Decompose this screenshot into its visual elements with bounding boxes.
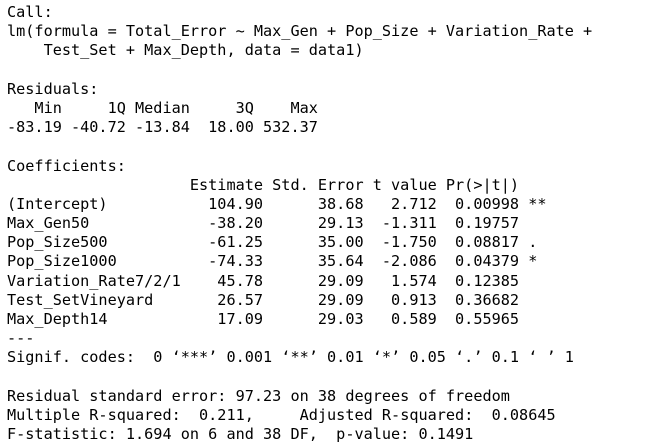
call-formula-line-2: Test_Set + Max_Depth, data = data1) bbox=[7, 41, 364, 60]
residuals-labels: Min 1Q Median 3Q Max bbox=[7, 98, 328, 117]
residual-standard-error: Residual standard error: 97.23 on 38 deg… bbox=[7, 386, 510, 405]
coefficient-row-variation-rate: Variation_Rate7/2/1 45.78 29.09 1.574 0.… bbox=[7, 271, 547, 290]
coefficient-row-max-gen50: Max_Gen50 -38.20 29.13 -1.311 0.19757 bbox=[7, 214, 547, 233]
r-squared-line: Multiple R-squared: 0.211, Adjusted R-sq… bbox=[7, 405, 565, 424]
coefficients-separator: --- bbox=[7, 329, 35, 348]
coefficients-header: Coefficients: bbox=[7, 156, 126, 175]
residuals-header: Residuals: bbox=[7, 79, 99, 98]
signif-codes: Signif. codes: 0 ‘***’ 0.001 ‘**’ 0.01 ‘… bbox=[7, 348, 574, 367]
coefficient-row-intercept: (Intercept) 104.90 38.68 2.712 0.00998 *… bbox=[7, 194, 547, 213]
coefficients-column-header: Estimate Std. Error t value Pr(>|t|) bbox=[7, 175, 547, 194]
coefficient-row-pop-size500: Pop_Size500 -61.25 35.00 -1.750 0.08817 … bbox=[7, 233, 547, 252]
r-console-output: Call: lm(formula = Total_Error ~ Max_Gen… bbox=[0, 0, 659, 445]
residuals-values: -83.19 -40.72 -13.84 18.00 532.37 bbox=[7, 118, 328, 137]
f-statistic-line: F-statistic: 1.694 on 6 and 38 DF, p-val… bbox=[7, 425, 474, 444]
coefficient-row-test-set-vineyard: Test_SetVineyard 26.57 29.09 0.913 0.366… bbox=[7, 290, 547, 309]
call-header: Call: bbox=[7, 3, 53, 21]
call-formula-line-1: lm(formula = Total_Error ~ Max_Gen + Pop… bbox=[7, 22, 593, 41]
coefficient-row-max-depth14: Max_Depth14 17.09 29.03 0.589 0.55965 bbox=[7, 310, 547, 328]
coefficient-row-pop-size1000: Pop_Size1000 -74.33 35.64 -2.086 0.04379… bbox=[7, 252, 547, 271]
